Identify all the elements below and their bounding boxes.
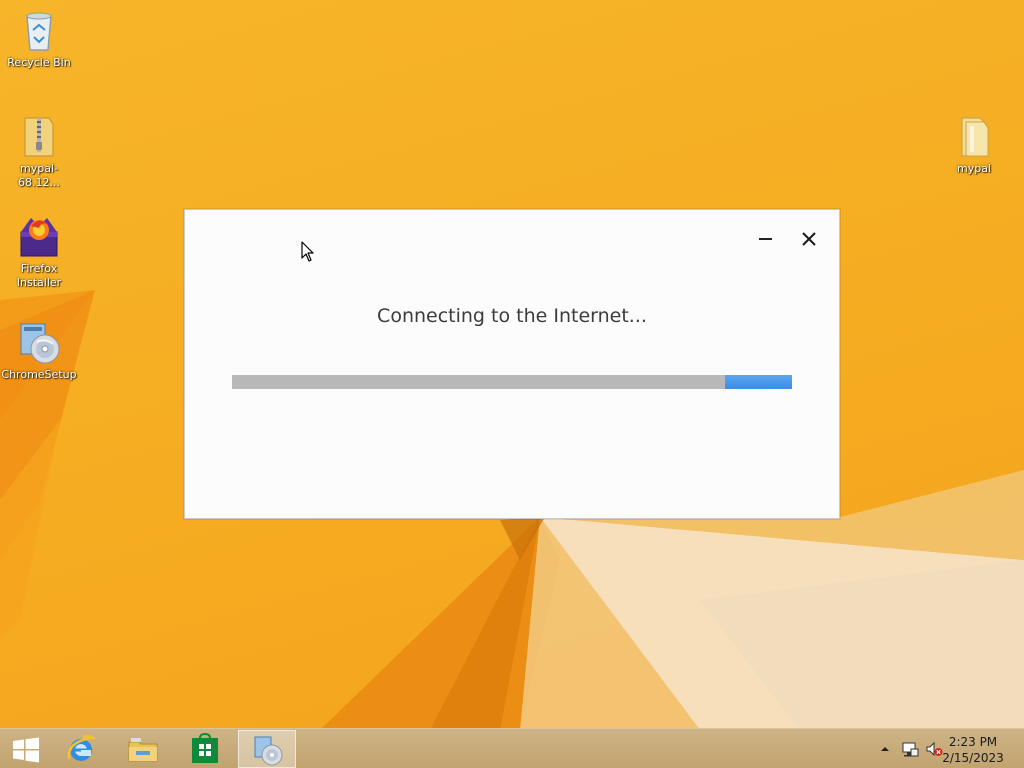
taskbar-file-explorer[interactable] [114,730,172,768]
desktop-icon-mypal-archive[interactable]: mypal-68.12... [0,112,78,190]
network-icon[interactable] [901,740,919,758]
progress-bar [232,375,792,389]
taskbar: 2:23 PM 2/15/2023 [0,728,1024,768]
system-tray: 2:23 PM 2/15/2023 [864,729,1024,768]
desktop-icon-chrome-setup[interactable]: ChromeSetup [0,318,78,382]
store-icon [192,733,218,763]
installer-window: Connecting to the Internet... [184,209,840,519]
minimize-button[interactable] [751,226,779,252]
zip-folder-icon [24,117,54,157]
chrome-setup-icon [254,736,283,766]
clock-date: 2/15/2023 [942,751,1004,765]
taskbar-store[interactable] [176,730,234,768]
folder-icon [961,117,989,157]
desktop-icon-mypal-folder[interactable]: mypal [935,112,1013,176]
taskbar-internet-explorer[interactable] [52,730,110,768]
minimize-icon [759,238,772,240]
close-icon [802,232,816,246]
status-text: Connecting to the Internet... [377,305,647,327]
desktop-icon-firefox-installer[interactable]: Firefox Installer [0,212,78,290]
desktop-icon-label: Recycle Bin [7,56,71,69]
desktop-icon-label: mypal-68.12... [18,162,60,189]
internet-explorer-icon [67,734,97,761]
desktop-icon-label: mypal [956,162,991,175]
firefox-installer-icon [20,218,58,257]
clock-time: 2:23 PM [948,735,998,749]
desktop-icon-label: Firefox Installer [16,262,62,289]
mouse-cursor-icon [301,241,314,262]
close-button[interactable] [795,226,823,252]
desktop-icon-recycle-bin[interactable]: Recycle Bin [0,6,78,70]
desktop-icon-label: ChromeSetup [1,368,77,381]
start-button[interactable] [0,730,58,768]
start-icon [13,737,39,763]
progress-indicator [725,375,792,389]
setup-disc-icon [20,323,60,364]
file-explorer-icon [128,738,158,762]
clock[interactable]: 2:23 PM 2/15/2023 [938,734,1008,766]
taskbar-chrome-setup[interactable] [238,730,296,768]
show-hidden-icons-icon[interactable] [880,744,890,754]
recycle-bin-icon [26,12,52,51]
desktop: Recycle Bin mypal-68.12... Firefox Insta… [0,0,1024,768]
